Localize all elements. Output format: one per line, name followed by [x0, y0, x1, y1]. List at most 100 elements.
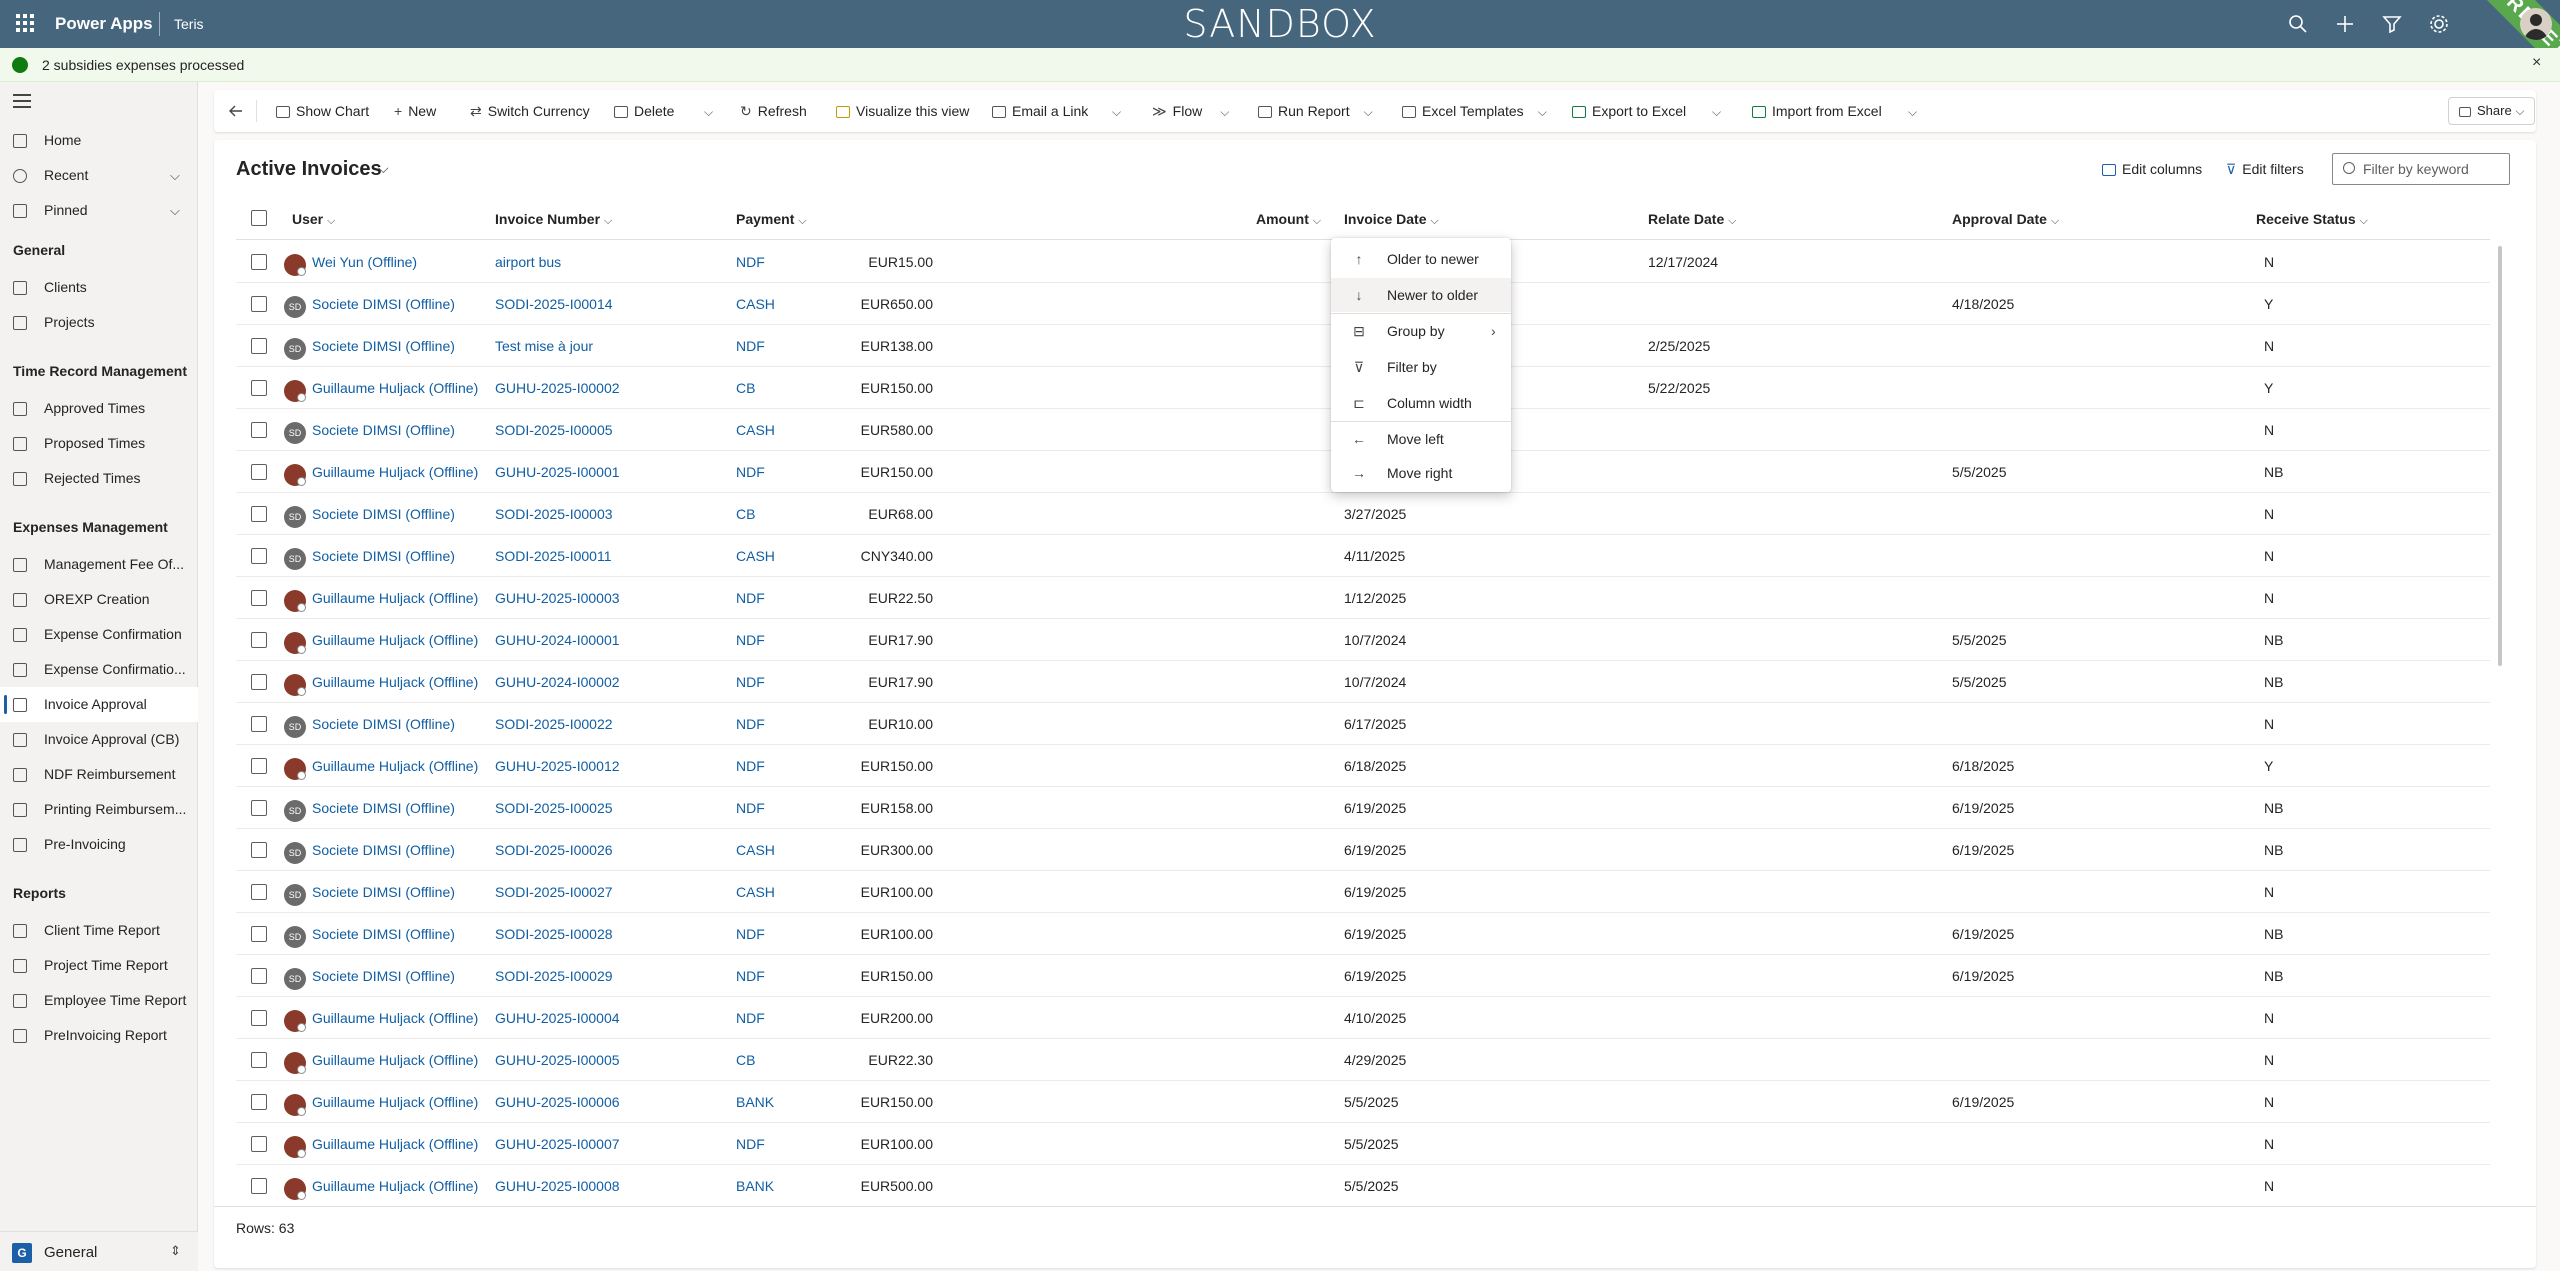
invoice-number-link[interactable]: SODI-2025-I00022 — [495, 703, 613, 745]
sidebar-item-employee-time-report[interactable]: Employee Time Report — [0, 983, 198, 1018]
row-checkbox[interactable] — [251, 842, 267, 858]
new-button[interactable]: + New — [394, 90, 436, 132]
row-checkbox[interactable] — [251, 548, 267, 564]
payment-link[interactable]: NDF — [736, 619, 765, 661]
sidebar-item-clients[interactable]: Clients — [0, 270, 198, 305]
row-checkbox[interactable] — [251, 464, 267, 480]
user-link[interactable]: Guillaume Huljack (Offline) — [312, 745, 478, 787]
email-link-button[interactable]: Email a Link — [992, 90, 1088, 132]
row-checkbox[interactable] — [251, 884, 267, 900]
column-header-user[interactable]: User ⌵ — [292, 205, 335, 233]
hamburger-icon[interactable] — [13, 94, 31, 112]
table-row[interactable]: SD Societe DIMSI (Offline) SODI-2025-I0000… — [236, 493, 2490, 535]
invoice-number-link[interactable]: SODI-2025-I00026 — [495, 829, 613, 871]
sidebar-item-orexp-creation[interactable]: OREXP Creation — [0, 582, 198, 617]
table-row[interactable]: Guillaume Huljack (Offline) GUHU-2025-I00… — [236, 1081, 2490, 1123]
menu-item-group-by[interactable]: ⊟ Group by › — [1331, 314, 1511, 348]
sidebar-item-invoice-approval[interactable]: Invoice Approval — [0, 687, 198, 722]
payment-link[interactable]: CB — [736, 367, 755, 409]
view-title[interactable]: Active Invoices — [236, 158, 382, 181]
edit-columns-button[interactable]: Edit columns — [2102, 157, 2202, 181]
user-link[interactable]: Guillaume Huljack (Offline) — [312, 451, 478, 493]
table-row[interactable]: SD Societe DIMSI (Offline) SODI-2025-I0001… — [236, 535, 2490, 577]
payment-link[interactable]: CASH — [736, 829, 775, 871]
user-link[interactable]: Societe DIMSI (Offline) — [312, 829, 455, 871]
sidebar-item-recent[interactable]: Recent ⌵ — [0, 158, 198, 193]
share-button[interactable]: Share ⌵ — [2448, 97, 2536, 125]
row-checkbox[interactable] — [251, 422, 267, 438]
payment-link[interactable]: NDF — [736, 241, 765, 283]
table-row[interactable]: Guillaume Huljack (Offline) GUHU-2025-I00… — [236, 1039, 2490, 1081]
user-link[interactable]: Guillaume Huljack (Offline) — [312, 1123, 478, 1165]
payment-link[interactable]: NDF — [736, 1123, 765, 1165]
app-name[interactable]: Power Apps — [55, 14, 153, 34]
user-link[interactable]: Societe DIMSI (Offline) — [312, 703, 455, 745]
export-dropdown[interactable]: ⌵ — [1712, 90, 1721, 132]
invoice-number-link[interactable]: GUHU-2025-I00004 — [495, 997, 620, 1039]
chevron-down-icon[interactable]: ⌵ — [170, 158, 180, 193]
user-link[interactable]: Societe DIMSI (Offline) — [312, 787, 455, 829]
payment-link[interactable]: NDF — [736, 913, 765, 955]
payment-link[interactable]: CB — [736, 1039, 755, 1081]
table-row[interactable]: SD Societe DIMSI (Offline) SODI-2025-I0002… — [236, 871, 2490, 913]
invoice-number-link[interactable]: SODI-2025-I00028 — [495, 913, 613, 955]
table-row[interactable]: SD Societe DIMSI (Offline) SODI-2025-I0002… — [236, 913, 2490, 955]
sidebar-item-pinned[interactable]: Pinned ⌵ — [0, 193, 198, 228]
table-row[interactable]: SD Societe DIMSI (Offline) SODI-2025-I0002… — [236, 955, 2490, 997]
user-link[interactable]: Societe DIMSI (Offline) — [312, 325, 455, 367]
invoice-number-link[interactable]: SODI-2025-I00025 — [495, 787, 613, 829]
close-icon[interactable]: × — [2532, 54, 2541, 72]
user-link[interactable]: Societe DIMSI (Offline) — [312, 409, 455, 451]
menu-item-move-left[interactable]: ← Move left — [1331, 422, 1511, 456]
sidebar-item-client-time-report[interactable]: Client Time Report — [0, 913, 198, 948]
vertical-scrollbar[interactable] — [2498, 246, 2502, 666]
user-link[interactable]: Societe DIMSI (Offline) — [312, 871, 455, 913]
add-icon[interactable] — [2333, 12, 2357, 36]
table-row[interactable]: SD Societe DIMSI (Offline) SODI-2025-I0002… — [236, 703, 2490, 745]
table-row[interactable]: Guillaume Huljack (Offline) GUHU-2024-I00… — [236, 619, 2490, 661]
row-checkbox[interactable] — [251, 380, 267, 396]
invoice-number-link[interactable]: SODI-2025-I00011 — [495, 535, 611, 577]
row-checkbox[interactable] — [251, 800, 267, 816]
row-checkbox[interactable] — [251, 968, 267, 984]
payment-link[interactable]: NDF — [736, 745, 765, 787]
row-checkbox[interactable] — [251, 716, 267, 732]
filter-keyword-input[interactable]: Filter by keyword — [2332, 153, 2510, 185]
sidebar-item-approved-times[interactable]: Approved Times — [0, 391, 198, 426]
row-checkbox[interactable] — [251, 254, 267, 270]
column-header-payment[interactable]: Payment ⌵ — [736, 205, 807, 233]
row-checkbox[interactable] — [251, 1178, 267, 1194]
user-link[interactable]: Societe DIMSI (Offline) — [312, 535, 455, 577]
table-row[interactable]: SD Societe DIMSI (Offline) SODI-2025-I0002… — [236, 787, 2490, 829]
sidebar-item-proposed-times[interactable]: Proposed Times — [0, 426, 198, 461]
row-checkbox[interactable] — [251, 1052, 267, 1068]
row-checkbox[interactable] — [251, 338, 267, 354]
export-excel-button[interactable]: Export to Excel — [1572, 90, 1686, 132]
column-header-invoice-number[interactable]: Invoice Number ⌵ — [495, 205, 612, 233]
chevron-down-icon[interactable]: ⌵ — [170, 193, 180, 228]
payment-link[interactable]: CASH — [736, 871, 775, 913]
invoice-number-link[interactable]: GUHU-2025-I00002 — [495, 367, 620, 409]
table-row[interactable]: SD Societe DIMSI (Offline) SODI-2025-I0002… — [236, 829, 2490, 871]
table-row[interactable]: Guillaume Huljack (Offline) GUHU-2025-I00… — [236, 1123, 2490, 1165]
payment-link[interactable]: NDF — [736, 577, 765, 619]
payment-link[interactable]: NDF — [736, 955, 765, 997]
payment-link[interactable]: CASH — [736, 409, 775, 451]
run-report-button[interactable]: Run Report ⌵ — [1258, 90, 1373, 132]
import-excel-button[interactable]: Import from Excel — [1752, 90, 1882, 132]
email-dropdown[interactable]: ⌵ — [1112, 90, 1121, 132]
excel-templates-button[interactable]: Excel Templates ⌵ — [1402, 90, 1547, 132]
switch-currency-button[interactable]: ⇄ Switch Currency — [470, 90, 590, 132]
user-link[interactable]: Guillaume Huljack (Offline) — [312, 577, 478, 619]
user-avatar[interactable] — [2520, 8, 2552, 40]
user-link[interactable]: Guillaume Huljack (Offline) — [312, 367, 478, 409]
invoice-number-link[interactable]: GUHU-2025-I00012 — [495, 745, 620, 787]
user-link[interactable]: Wei Yun (Offline) — [312, 241, 417, 283]
table-row[interactable]: Guillaume Huljack (Offline) GUHU-2025-I00… — [236, 577, 2490, 619]
view-selector-chevron-icon[interactable]: ⌵ — [378, 160, 389, 177]
sidebar-item-expense-confirmatio[interactable]: Expense Confirmatio... — [0, 652, 198, 687]
table-row[interactable]: Guillaume Huljack (Offline) GUHU-2025-I00… — [236, 1165, 2490, 1207]
payment-link[interactable]: CB — [736, 493, 755, 535]
payment-link[interactable]: CASH — [736, 283, 775, 325]
row-checkbox[interactable] — [251, 506, 267, 522]
